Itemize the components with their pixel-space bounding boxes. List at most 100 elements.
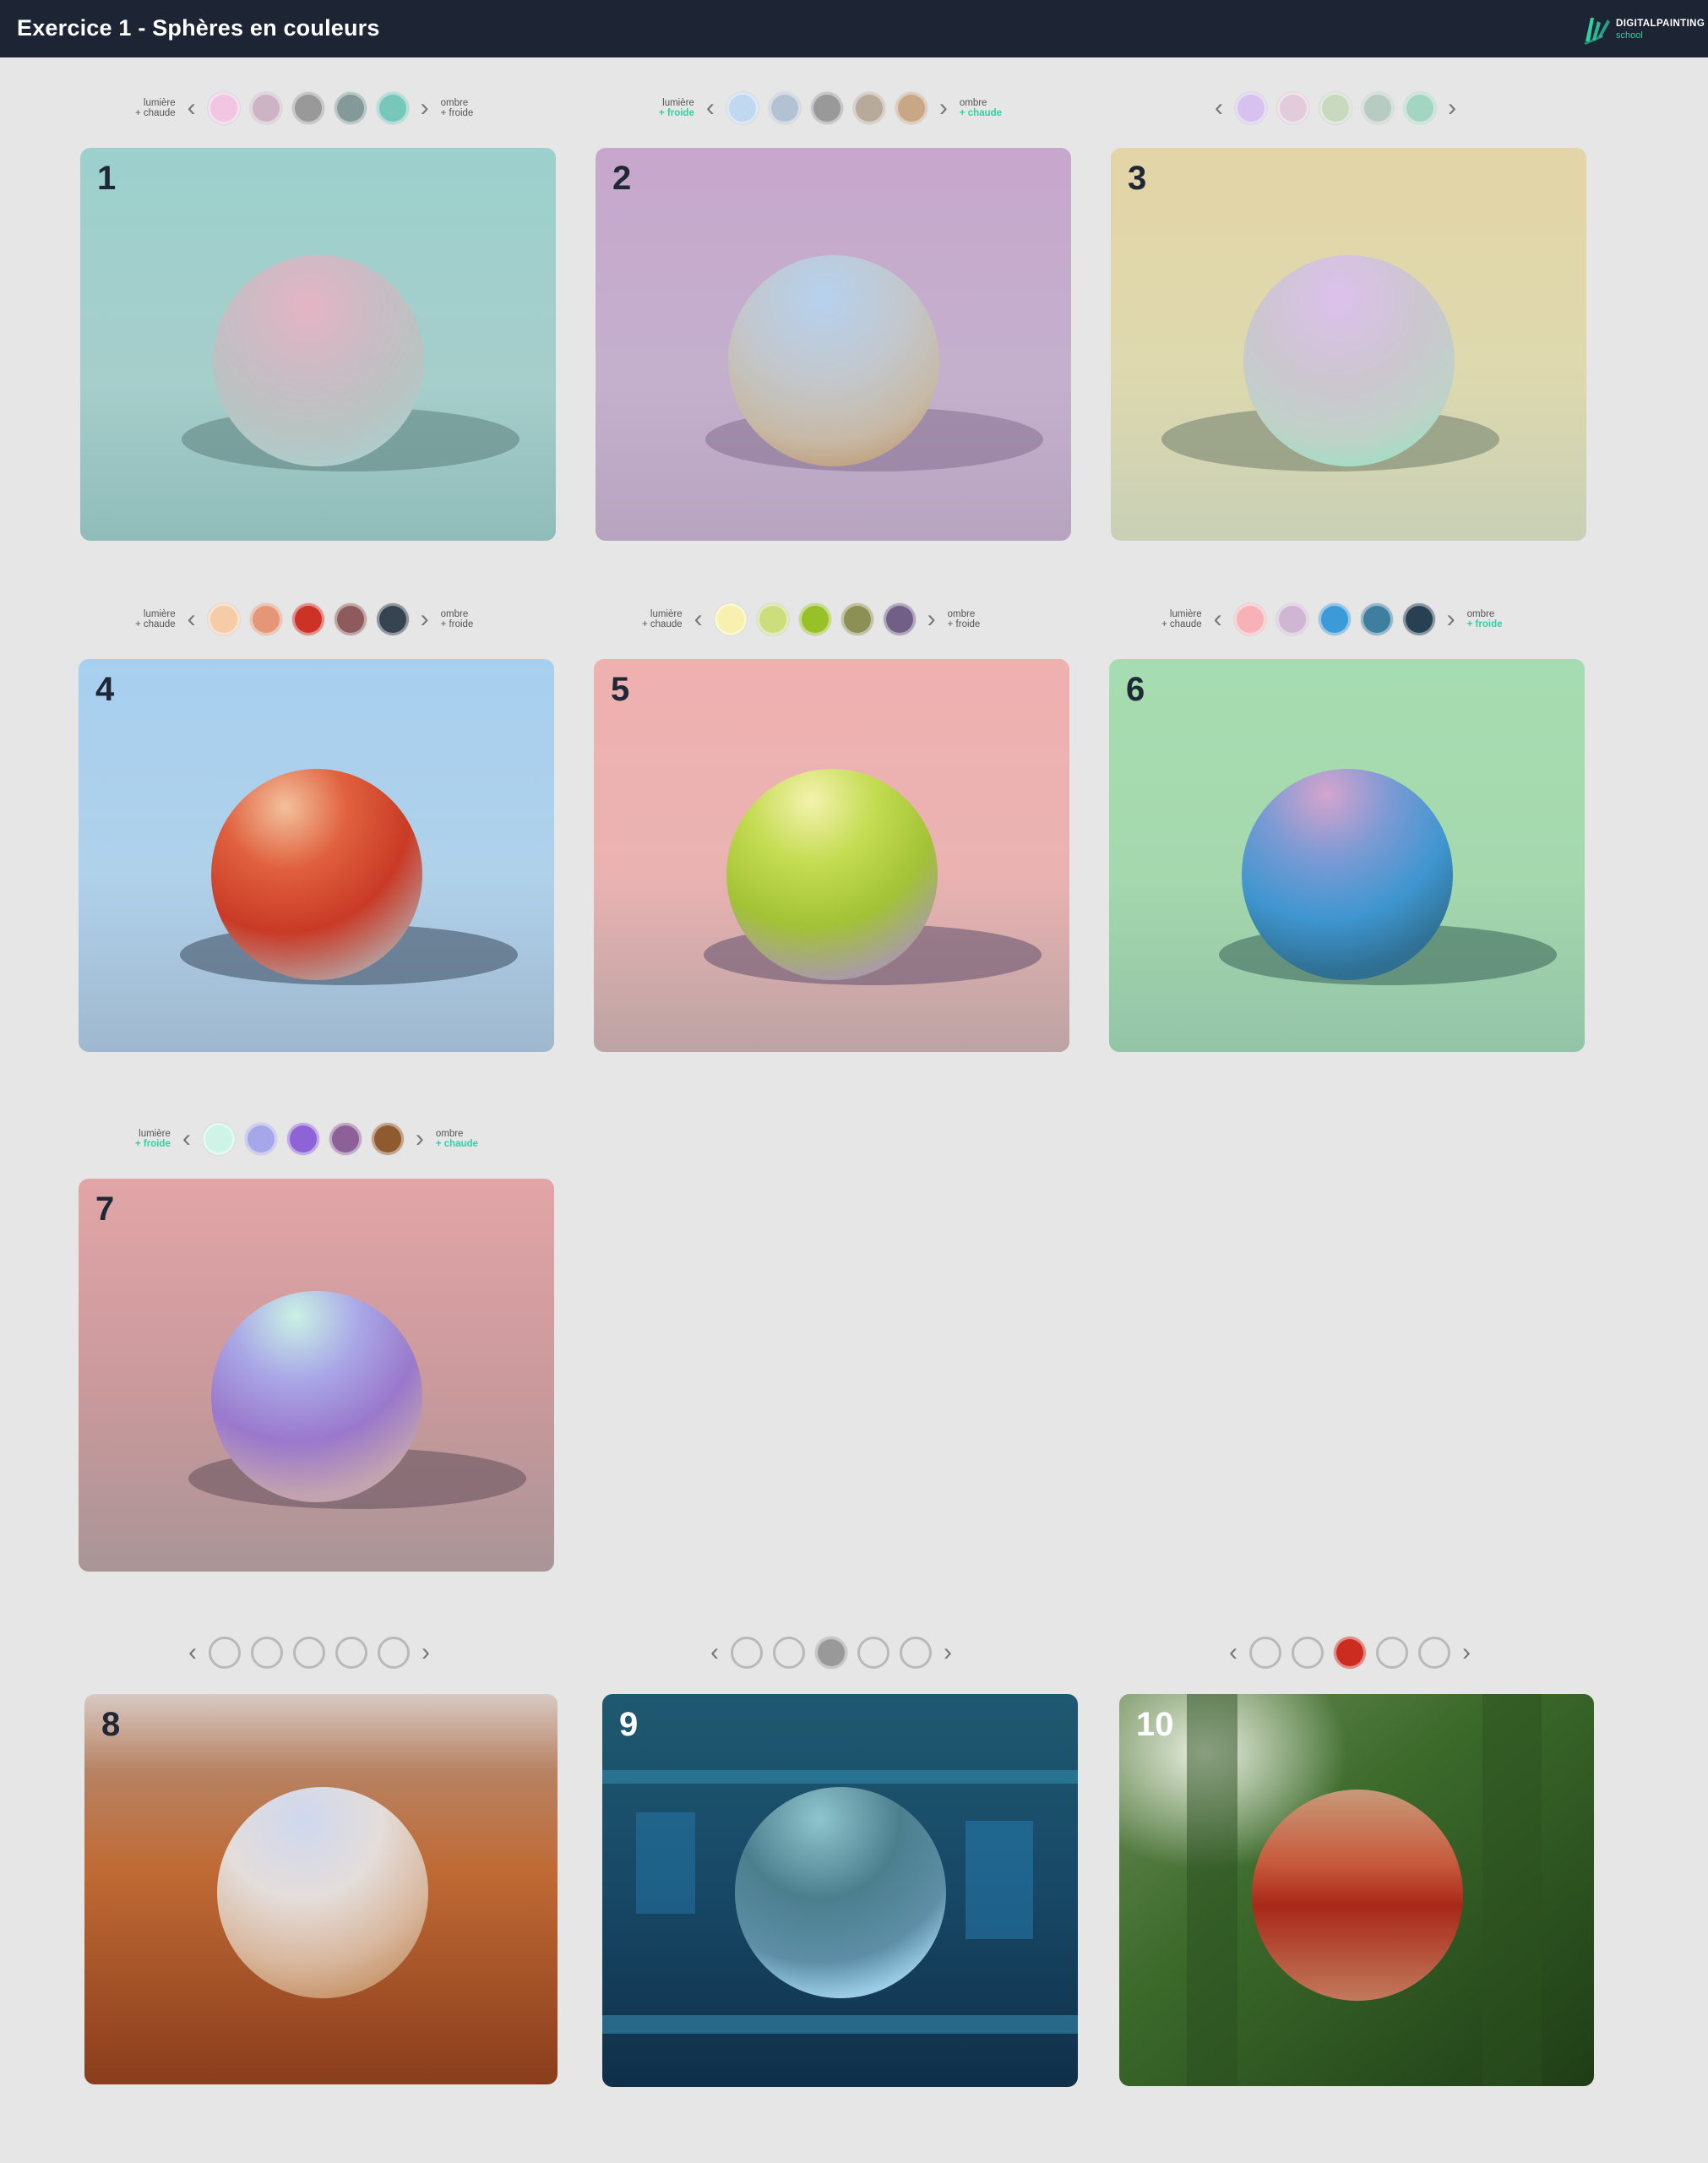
- swatch[interactable]: [291, 92, 324, 124]
- painting-card-1[interactable]: 1: [80, 148, 556, 541]
- swatch[interactable]: [1418, 1637, 1450, 1669]
- swatch[interactable]: [249, 603, 282, 635]
- chevron-left-icon[interactable]: ‹: [694, 607, 703, 632]
- swatch[interactable]: [756, 603, 789, 635]
- shadow-label: ombre + froide: [440, 609, 474, 629]
- swatch[interactable]: [1276, 603, 1308, 635]
- swatch[interactable]: [329, 1123, 362, 1155]
- palette-row-5: lumière + chaude ‹ › ombre + froide: [642, 596, 980, 643]
- painting-card-6[interactable]: 6: [1109, 659, 1585, 1052]
- swatch[interactable]: [249, 92, 282, 124]
- chevron-left-icon[interactable]: ‹: [1215, 95, 1223, 121]
- swatch[interactable]: [1404, 92, 1436, 124]
- chevron-right-icon[interactable]: ›: [927, 607, 936, 632]
- painting-card-2[interactable]: 2: [596, 148, 1071, 541]
- exercise-number: 2: [612, 160, 632, 197]
- chevron-left-icon[interactable]: ‹: [188, 1640, 197, 1665]
- chevron-left-icon[interactable]: ‹: [188, 95, 196, 121]
- sphere-painting: [1111, 148, 1586, 541]
- swatch[interactable]: [378, 1637, 410, 1669]
- chevron-right-icon[interactable]: ›: [1462, 1640, 1471, 1665]
- palette-row-10: ‹ ›: [1222, 1629, 1477, 1676]
- swatch[interactable]: [900, 1637, 932, 1669]
- swatch[interactable]: [1319, 92, 1352, 124]
- swatch[interactable]: [731, 1637, 763, 1669]
- light-label: lumière + chaude: [1161, 609, 1202, 629]
- swatch[interactable]: [840, 603, 873, 635]
- swatch[interactable]: [1233, 603, 1266, 635]
- swatch[interactable]: [1362, 92, 1394, 124]
- swatch[interactable]: [376, 92, 409, 124]
- swatch[interactable]: [334, 92, 367, 124]
- swatch[interactable]: [1402, 603, 1435, 635]
- exercise-number: 10: [1136, 1706, 1174, 1743]
- swatch[interactable]: [1292, 1637, 1324, 1669]
- chevron-right-icon[interactable]: ›: [1447, 607, 1455, 632]
- painting-card-3[interactable]: 3: [1111, 148, 1586, 541]
- chevron-left-icon[interactable]: ‹: [706, 95, 715, 121]
- swatch[interactable]: [852, 92, 885, 124]
- logo-subtitle: school: [1616, 30, 1643, 41]
- sphere-painting: [80, 148, 556, 541]
- swatch[interactable]: [244, 1123, 277, 1155]
- chevron-left-icon[interactable]: ‹: [182, 1126, 191, 1152]
- swatch[interactable]: [207, 603, 240, 635]
- swatch[interactable]: [726, 92, 759, 124]
- swatch[interactable]: [335, 1637, 367, 1669]
- swatch[interactable]: [1376, 1637, 1408, 1669]
- swatch[interactable]: [251, 1637, 283, 1669]
- chevron-right-icon[interactable]: ›: [421, 95, 429, 121]
- painting-card-8[interactable]: 8: [84, 1694, 558, 2084]
- swatch[interactable]: [209, 1637, 241, 1669]
- swatch[interactable]: [768, 92, 801, 124]
- swatch[interactable]: [376, 603, 409, 635]
- chevron-right-icon[interactable]: ›: [421, 607, 429, 632]
- swatch[interactable]: [334, 603, 367, 635]
- swatch[interactable]: [1235, 92, 1267, 124]
- painting-card-9[interactable]: 9: [602, 1694, 1078, 2087]
- swatch[interactable]: [773, 1637, 805, 1669]
- painting-card-7[interactable]: 7: [79, 1179, 554, 1572]
- swatch[interactable]: [293, 1637, 325, 1669]
- swatch[interactable]: [798, 603, 831, 635]
- chevron-right-icon[interactable]: ›: [1448, 95, 1456, 121]
- exercise-number: 4: [95, 671, 115, 708]
- swatch[interactable]: [1360, 603, 1393, 635]
- chevron-right-icon[interactable]: ›: [939, 95, 948, 121]
- sphere-painting: [596, 148, 1071, 541]
- logo[interactable]: DIGITALPAINTING school: [1582, 11, 1705, 48]
- swatch[interactable]: [207, 92, 240, 124]
- swatch[interactable]: [857, 1637, 889, 1669]
- exercise-number: 7: [95, 1190, 115, 1228]
- swatch[interactable]: [810, 92, 843, 124]
- exercise-number: 8: [101, 1706, 121, 1743]
- chevron-left-icon[interactable]: ‹: [1214, 607, 1222, 632]
- swatch[interactable]: [291, 603, 324, 635]
- shadow-label: ombre + chaude: [435, 1129, 479, 1149]
- chevron-left-icon[interactable]: ‹: [188, 607, 196, 632]
- swatch[interactable]: [1277, 92, 1309, 124]
- swatch[interactable]: [286, 1123, 319, 1155]
- header-bar: Exercice 1 - Sphères en couleurs DIGITAL…: [0, 0, 1708, 57]
- chevron-right-icon[interactable]: ›: [416, 1126, 424, 1152]
- exercise-number: 6: [1126, 671, 1145, 708]
- swatch[interactable]: [202, 1123, 235, 1155]
- swatch[interactable]: [815, 1637, 847, 1669]
- swatch[interactable]: [714, 603, 747, 635]
- swatch[interactable]: [1318, 603, 1351, 635]
- painting-card-5[interactable]: 5: [594, 659, 1069, 1052]
- chevron-left-icon[interactable]: ‹: [710, 1640, 719, 1665]
- light-label: lumière + chaude: [135, 609, 176, 629]
- swatch[interactable]: [1334, 1637, 1366, 1669]
- palette-row-1: lumière + chaude ‹ › ombre + froide: [135, 84, 473, 132]
- chevron-right-icon[interactable]: ›: [944, 1640, 952, 1665]
- swatch[interactable]: [371, 1123, 404, 1155]
- painting-card-4[interactable]: 4: [79, 659, 554, 1052]
- chevron-left-icon[interactable]: ‹: [1229, 1640, 1237, 1665]
- chevron-right-icon[interactable]: ›: [422, 1640, 430, 1665]
- swatch[interactable]: [883, 603, 916, 635]
- shadow-label: ombre + froide: [1466, 609, 1503, 629]
- swatch[interactable]: [1249, 1637, 1281, 1669]
- swatch[interactable]: [895, 92, 927, 124]
- painting-card-10[interactable]: 10: [1119, 1694, 1594, 2086]
